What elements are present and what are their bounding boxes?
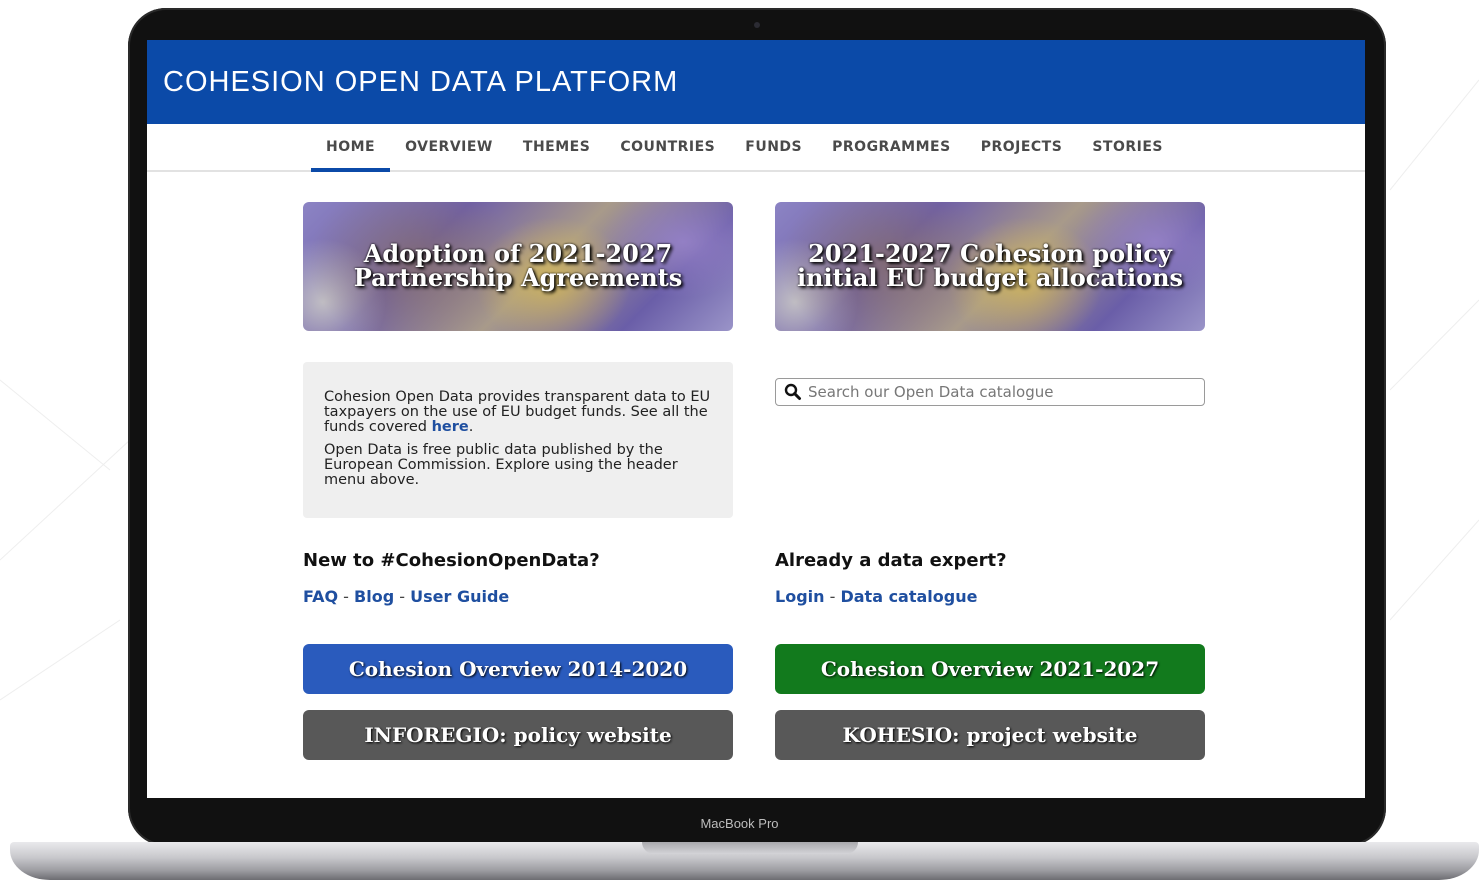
banner-title: 2021-2027 Cohesion policy initial EU bud… bbox=[775, 242, 1205, 290]
search-icon bbox=[784, 383, 801, 400]
banner-line: initial EU budget allocations bbox=[796, 263, 1184, 292]
intro-text: Cohesion Open Data provides transparent … bbox=[324, 389, 711, 435]
user-guide-link[interactable]: User Guide bbox=[410, 587, 509, 606]
search-input[interactable] bbox=[806, 380, 1204, 404]
catalogue-search[interactable] bbox=[775, 378, 1205, 406]
new-users-links: FAQ - Blog - User Guide bbox=[303, 587, 509, 606]
link-separator: - bbox=[338, 587, 355, 606]
banner-title: Adoption of 2021-2027 Partnership Agreem… bbox=[303, 242, 733, 290]
nav-stories[interactable]: STORIES bbox=[1077, 124, 1178, 170]
camera-icon bbox=[754, 22, 760, 28]
data-catalogue-link[interactable]: Data catalogue bbox=[840, 587, 977, 606]
new-users-heading: New to #CohesionOpenData? bbox=[303, 550, 600, 571]
nav-countries[interactable]: COUNTRIES bbox=[605, 124, 730, 170]
faq-link[interactable]: FAQ bbox=[303, 587, 338, 606]
site-title[interactable]: COHESION OPEN DATA PLATFORM bbox=[163, 66, 678, 99]
login-link[interactable]: Login bbox=[775, 587, 825, 606]
intro-paragraph: Cohesion Open Data provides transparent … bbox=[324, 390, 713, 435]
funds-here-link[interactable]: here bbox=[432, 419, 469, 435]
link-separator: - bbox=[394, 587, 411, 606]
inforegio-button[interactable]: INFOREGIO: policy website bbox=[303, 710, 733, 760]
open-data-paragraph: Open Data is free public data published … bbox=[324, 442, 678, 488]
blog-link[interactable]: Blog bbox=[354, 587, 394, 606]
laptop-notch bbox=[642, 842, 858, 854]
nav-overview[interactable]: OVERVIEW bbox=[390, 124, 508, 170]
device-label: MacBook Pro bbox=[700, 816, 779, 831]
site-header: COHESION OPEN DATA PLATFORM bbox=[147, 40, 1365, 124]
banner-budget-allocations[interactable]: 2021-2027 Cohesion policy initial EU bud… bbox=[775, 202, 1205, 331]
expert-links: Login - Data catalogue bbox=[775, 587, 977, 606]
intro-period: . bbox=[468, 419, 474, 435]
nav-home[interactable]: HOME bbox=[311, 124, 391, 172]
overview-2014-2020-button[interactable]: Cohesion Overview 2014-2020 bbox=[303, 644, 733, 694]
kohesio-button[interactable]: KOHESIO: project website bbox=[775, 710, 1205, 760]
nav-projects[interactable]: PROJECTS bbox=[966, 124, 1078, 170]
browser-screen: COHESION OPEN DATA PLATFORM HOME OVERVIE… bbox=[147, 40, 1365, 798]
main-nav: HOME OVERVIEW THEMES COUNTRIES FUNDS PRO… bbox=[147, 124, 1365, 172]
intro-info-box: Cohesion Open Data provides transparent … bbox=[303, 362, 733, 518]
nav-programmes[interactable]: PROGRAMMES bbox=[817, 124, 966, 170]
nav-funds[interactable]: FUNDS bbox=[730, 124, 817, 170]
overview-2021-2027-button[interactable]: Cohesion Overview 2021-2027 bbox=[775, 644, 1205, 694]
link-separator: - bbox=[824, 587, 841, 606]
banner-partnership-agreements[interactable]: Adoption of 2021-2027 Partnership Agreem… bbox=[303, 202, 733, 331]
nav-themes[interactable]: THEMES bbox=[508, 124, 605, 170]
experts-heading: Already a data expert? bbox=[775, 550, 1007, 571]
banner-line: Partnership Agreements bbox=[353, 263, 683, 292]
